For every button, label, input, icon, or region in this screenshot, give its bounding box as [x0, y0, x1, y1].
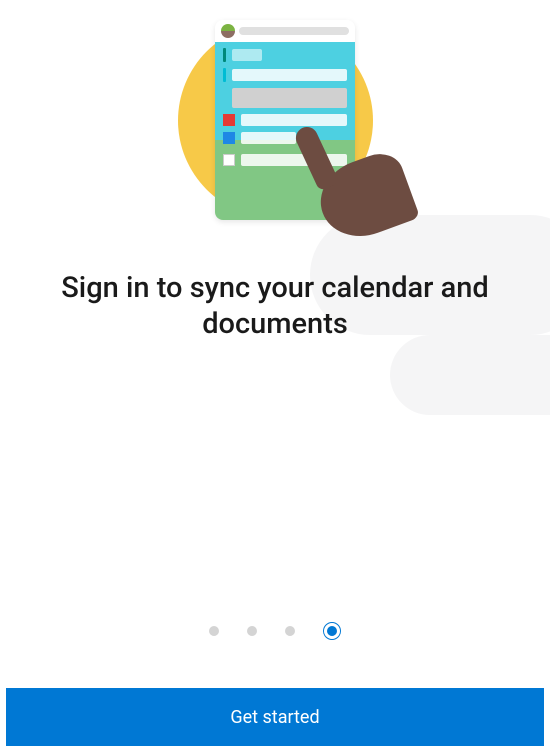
- page-indicator: [0, 626, 550, 640]
- square-blue-icon: [223, 132, 235, 144]
- pager-dot-active[interactable]: [323, 622, 341, 640]
- marker-icon: [223, 48, 226, 62]
- placeholder-bar-icon: [232, 88, 347, 108]
- square-outline-icon: [223, 154, 235, 166]
- marker-icon: [223, 91, 226, 105]
- avatar-icon: [221, 24, 235, 38]
- pager-dot[interactable]: [247, 626, 257, 636]
- hand-pointing-icon: [290, 125, 410, 235]
- placeholder-bar-icon: [241, 132, 296, 144]
- pager-dot[interactable]: [209, 626, 219, 636]
- marker-icon: [223, 68, 226, 82]
- background-decoration: [390, 335, 550, 415]
- get-started-button[interactable]: Get started: [6, 688, 544, 746]
- square-red-icon: [223, 114, 235, 126]
- placeholder-bar-icon: [232, 49, 262, 61]
- placeholder-bar-icon: [239, 27, 349, 35]
- onboarding-heading: Sign in to sync your calendar and docume…: [0, 270, 550, 343]
- onboarding-illustration: [170, 15, 380, 225]
- pager-dot[interactable]: [285, 626, 295, 636]
- placeholder-bar-icon: [232, 69, 347, 81]
